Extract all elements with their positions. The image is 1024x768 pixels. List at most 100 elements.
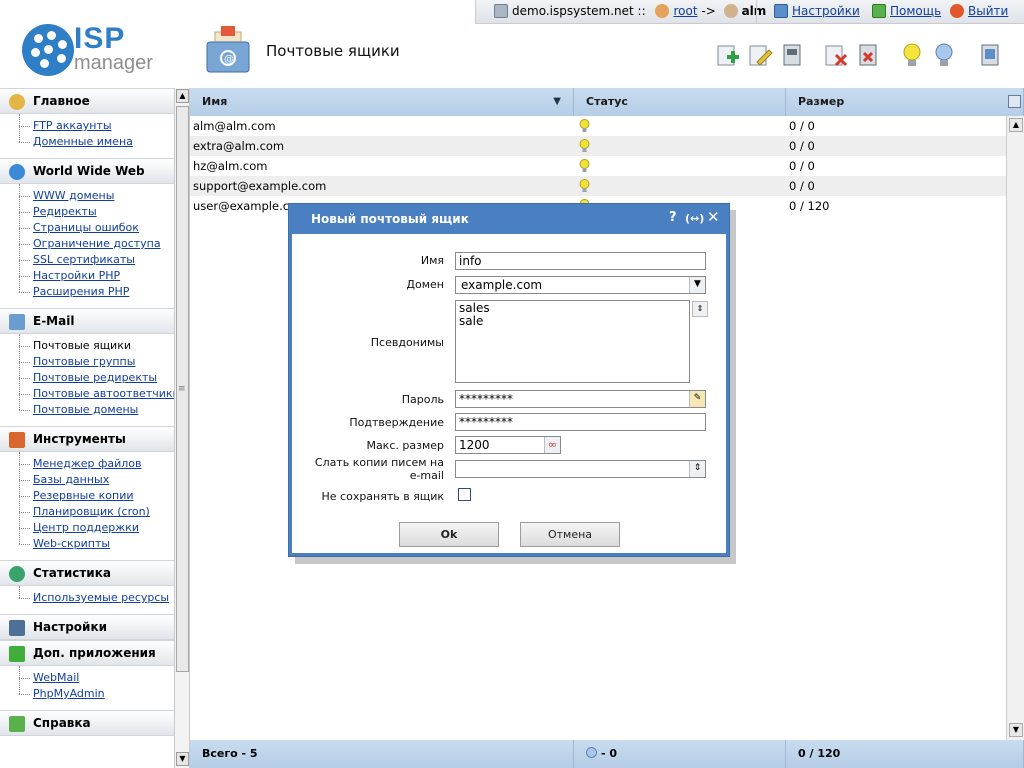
col-header-name[interactable]: Имя ▼	[190, 88, 574, 116]
add-mailbox-icon[interactable]	[715, 42, 741, 68]
max-size-input[interactable]: 1200 ∞	[455, 436, 561, 454]
group-header-apps[interactable]: Доп. приложения	[0, 640, 174, 666]
sidebar-item-webmail[interactable]: WebMail	[0, 670, 174, 686]
dialog-expand-icon[interactable]: (↔)	[685, 212, 704, 225]
expand-aliases-icon[interactable]: ⇕	[692, 301, 708, 317]
table-row[interactable]: support@example.com 0 / 0	[190, 176, 1006, 196]
generate-password-icon[interactable]: ✎	[689, 391, 705, 407]
sidebar-item-mail-domains[interactable]: Почтовые домены	[0, 402, 174, 418]
cell-size: 0 / 0	[789, 179, 815, 193]
table-row[interactable]: alm@alm.com 0 / 0	[190, 116, 1006, 136]
sidebar-item-mail-groups[interactable]: Почтовые группы	[0, 354, 174, 370]
splitter-grip-icon[interactable]: ≡	[178, 384, 186, 394]
ok-button[interactable]: Ok	[399, 522, 499, 547]
sidebar-item-phpmyadmin[interactable]: PhpMyAdmin	[0, 686, 174, 702]
sidebar-item-domain-names[interactable]: Доменные имена	[0, 134, 174, 150]
export-icon[interactable]	[977, 42, 1003, 68]
column-chooser-icon[interactable]	[1008, 95, 1021, 108]
topbar-settings[interactable]: Настройки	[774, 4, 860, 18]
settings-link[interactable]: Настройки	[792, 4, 860, 18]
sidebar-scrollbar[interactable]: ▲ ≡ ▼	[174, 88, 190, 768]
mailbox-page-icon: @	[206, 26, 250, 73]
scroll-up-icon[interactable]: ▲	[176, 89, 189, 103]
table-row[interactable]: hz@alm.com 0 / 0	[190, 156, 1006, 176]
copies-label-line2: e-mail	[409, 469, 444, 482]
unlimited-icon[interactable]: ∞	[544, 437, 560, 453]
sidebar-item-cron[interactable]: Планировщик (cron)	[0, 504, 174, 520]
sidebar-item-web-scripts[interactable]: Web-скрипты	[0, 536, 174, 552]
sidebar-item-php-settings[interactable]: Настройки PHP	[0, 268, 174, 284]
dialog-title[interactable]: Новый почтовый ящик	[289, 204, 729, 234]
table-scrollbar[interactable]: ▲ ▼	[1006, 116, 1024, 740]
enable-bulb-icon[interactable]	[899, 42, 925, 68]
cancel-button[interactable]: Отмена	[520, 522, 620, 547]
edit-mailbox-icon[interactable]	[747, 42, 773, 68]
password-input[interactable]: ********* ✎	[455, 390, 706, 408]
chevron-down-icon[interactable]: ▼	[689, 277, 705, 293]
sidebar-item-error-pages[interactable]: Страницы ошибок	[0, 220, 174, 236]
table-row[interactable]: extra@alm.com 0 / 0	[190, 136, 1006, 156]
dialog-help-icon[interactable]: ?	[669, 210, 677, 225]
group-apps: Доп. приложения WebMail PhpMyAdmin	[0, 640, 174, 710]
col-header-size[interactable]: Размер	[786, 88, 1024, 116]
isp-manager-logo[interactable]: ISP manager	[22, 22, 162, 76]
group-items-tools: Менеджер файлов Базы данных Резервные ко…	[0, 452, 174, 560]
footer-status-icon	[586, 747, 597, 758]
svg-text:@: @	[224, 54, 234, 65]
group-header-settings[interactable]: Настройки	[0, 614, 174, 640]
delete-icon[interactable]	[823, 42, 849, 68]
group-header-email[interactable]: E-Mail	[0, 308, 174, 334]
table-scroll-down-icon[interactable]: ▼	[1009, 723, 1023, 737]
sidebar-item-support[interactable]: Центр поддержки	[0, 520, 174, 536]
aliases-textarea[interactable]: sales sale	[455, 300, 690, 383]
domain-select[interactable]: example.com ▼	[455, 276, 706, 294]
alias-line: sales	[459, 301, 490, 315]
group-header-www[interactable]: World Wide Web	[0, 158, 174, 184]
disable-bulb-icon[interactable]	[931, 42, 957, 68]
user-root-link[interactable]: root	[673, 4, 697, 18]
globe-icon	[9, 164, 25, 180]
expand-field-icon[interactable]: ⇕	[689, 461, 705, 477]
logout-link[interactable]: Выйти	[968, 4, 1008, 18]
scroll-down-icon[interactable]: ▼	[176, 752, 189, 766]
confirm-password-input[interactable]: *********	[455, 413, 706, 431]
sort-desc-icon[interactable]: ▼	[553, 88, 561, 116]
copies-email-input[interactable]: ⇕	[455, 460, 706, 478]
sidebar-item-mailboxes[interactable]: Почтовые ящики	[0, 338, 174, 354]
sidebar-menu: Главное FTP аккаунты Доменные имена Worl…	[0, 88, 174, 768]
sidebar-item-php-extensions[interactable]: Расширения PHP	[0, 284, 174, 300]
help-link[interactable]: Помощь	[890, 4, 941, 18]
topbar-help[interactable]: Помощь	[872, 4, 941, 18]
group-header-tools[interactable]: Инструменты	[0, 426, 174, 452]
sidebar-item-file-manager[interactable]: Менеджер файлов	[0, 456, 174, 472]
group-header-main[interactable]: Главное	[0, 88, 174, 114]
group-stats: Статистика Используемые ресурсы	[0, 560, 174, 614]
sidebar-item-www-domains[interactable]: WWW домены	[0, 188, 174, 204]
status-bulb-icon	[579, 139, 590, 152]
user-current-icon	[723, 4, 738, 18]
col-header-status[interactable]: Статус	[574, 88, 786, 116]
sidebar-item-ssl-certs[interactable]: SSL сертификаты	[0, 252, 174, 268]
topbar-logout[interactable]: Выйти	[950, 4, 1008, 18]
password-label: Пароль	[401, 393, 444, 406]
name-input[interactable]: info	[455, 252, 706, 270]
help-book-icon	[872, 4, 886, 18]
sidebar-item-access-limits[interactable]: Ограничение доступа	[0, 236, 174, 252]
table-scroll-up-icon[interactable]: ▲	[1009, 118, 1023, 132]
top-user-bar: demo.ispsystem.net :: root -> alm Настро…	[475, 0, 1024, 24]
dialog-close-icon[interactable]: ✕	[707, 208, 720, 226]
group-header-stats[interactable]: Статистика	[0, 560, 174, 586]
sidebar-item-mail-redirects[interactable]: Почтовые редиректы	[0, 370, 174, 386]
group-header-help[interactable]: Справка	[0, 710, 174, 736]
properties-icon[interactable]	[779, 42, 805, 68]
tools-icon	[9, 432, 25, 448]
sidebar-item-databases[interactable]: Базы данных	[0, 472, 174, 488]
sidebar-item-ftp-accounts[interactable]: FTP аккаунты	[0, 118, 174, 134]
sidebar-item-backups[interactable]: Резервные копии	[0, 488, 174, 504]
disable-icon[interactable]	[855, 42, 881, 68]
sidebar-item-redirects[interactable]: Редиректы	[0, 204, 174, 220]
sidebar-item-used-resources[interactable]: Используемые ресурсы	[0, 590, 174, 606]
no-save-checkbox[interactable]	[458, 488, 471, 501]
sidebar-item-autoresponders[interactable]: Почтовые автоответчики	[0, 386, 174, 402]
group-main: Главное FTP аккаунты Доменные имена	[0, 88, 174, 158]
